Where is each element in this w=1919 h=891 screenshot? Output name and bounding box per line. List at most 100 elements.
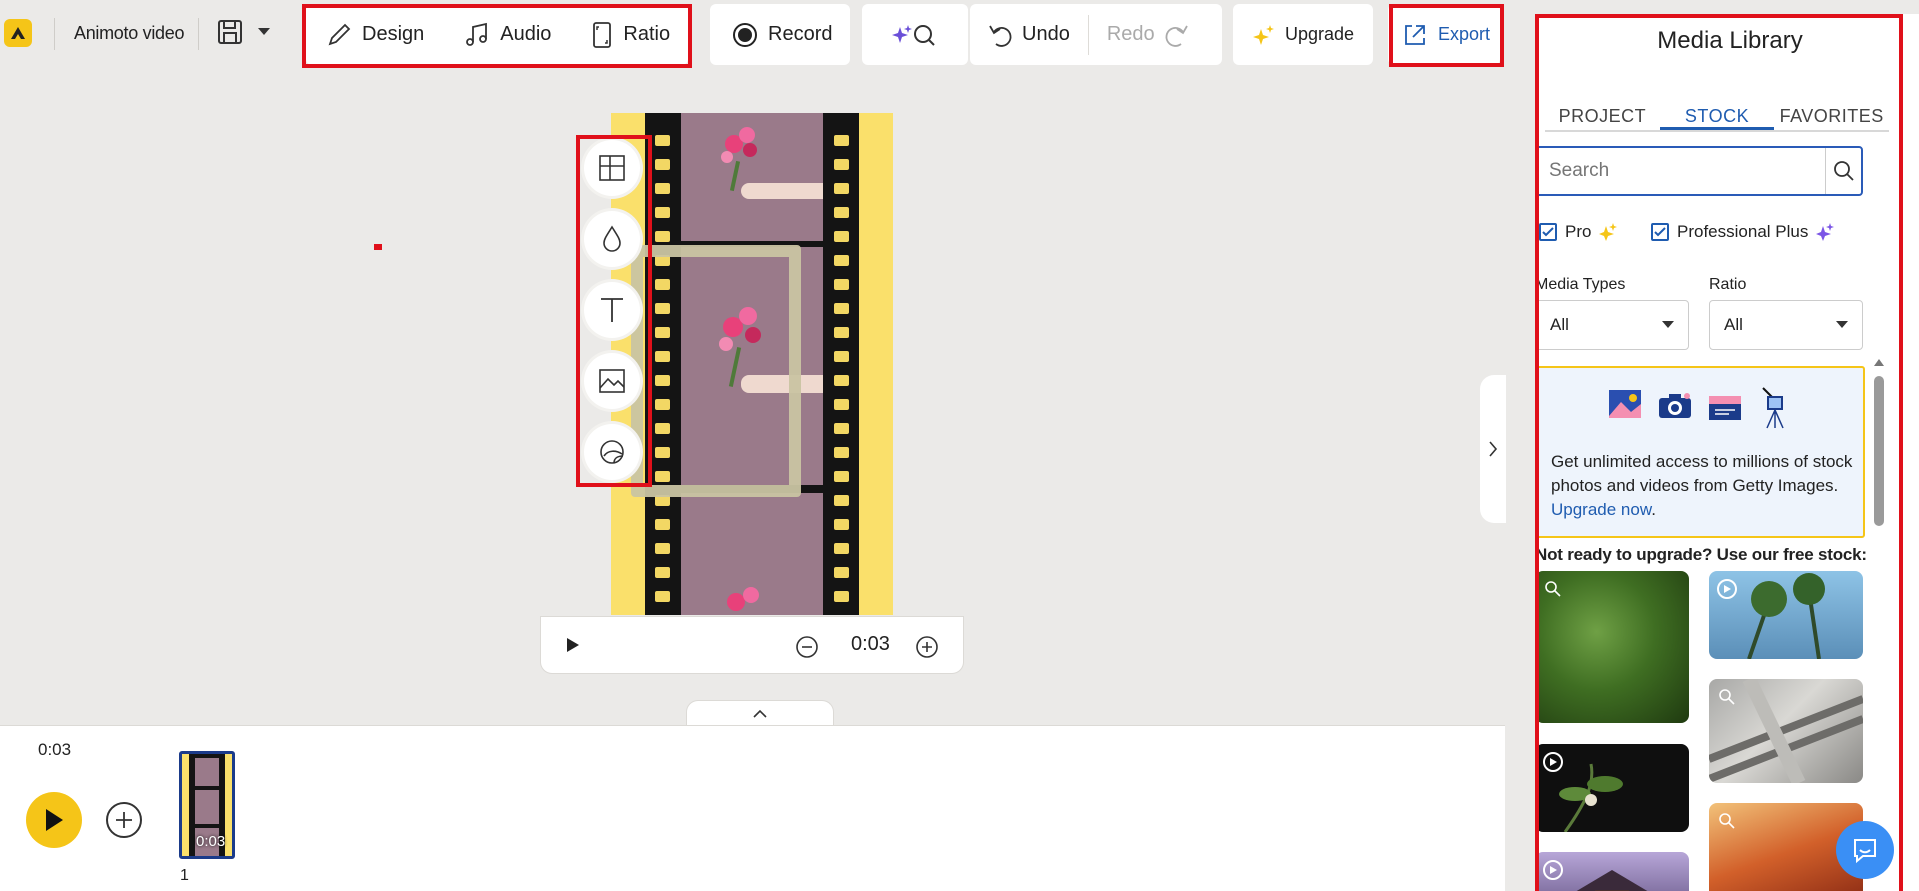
timeline-duration: 0:03 — [38, 740, 72, 759]
scene-duration: 0:03 — [196, 833, 226, 850]
export-label: Export — [1438, 24, 1491, 44]
panel-scrollbar[interactable] — [1874, 354, 1884, 891]
tab-project[interactable]: PROJECT — [1545, 92, 1660, 130]
panel-collapse-toggle[interactable] — [1480, 375, 1506, 523]
add-scene-button[interactable] — [106, 802, 142, 838]
promo-period: . — [1651, 500, 1656, 519]
stock-thumbnail[interactable] — [1709, 679, 1863, 783]
undo-label: Undo — [1022, 23, 1070, 45]
media-types-select[interactable]: All — [1535, 300, 1689, 350]
promo-text: Get unlimited access to millions of stoc… — [1551, 450, 1857, 522]
professional-plus-label: Professional Plus — [1677, 222, 1809, 241]
sparkle-icon — [1253, 24, 1275, 45]
ratio-button[interactable]: Ratio — [571, 4, 690, 65]
zoom-icon[interactable] — [1717, 687, 1737, 707]
chat-icon — [1851, 836, 1879, 864]
chevron-up-icon — [752, 709, 768, 719]
sticker-button[interactable] — [584, 424, 640, 480]
timeline-toggle[interactable] — [686, 700, 834, 726]
design-label: Design — [362, 23, 425, 45]
media-types-value: All — [1550, 315, 1569, 334]
search-button[interactable] — [1825, 148, 1861, 194]
search-input[interactable] — [1537, 148, 1825, 194]
stock-thumbnail[interactable] — [1535, 571, 1689, 723]
sparkle-icon — [1816, 223, 1835, 241]
tab-favorites[interactable]: FAVORITES — [1774, 92, 1889, 130]
sticker-icon — [598, 438, 626, 466]
color-button[interactable] — [584, 211, 640, 267]
ai-search-button[interactable] — [862, 4, 968, 65]
toolbar-divider — [54, 18, 55, 50]
caret-down-icon — [258, 28, 270, 36]
stock-search-field — [1535, 146, 1863, 196]
video-play-icon[interactable] — [1717, 579, 1737, 599]
animoto-logo[interactable] — [4, 19, 32, 47]
audio-button[interactable]: Audio — [444, 4, 571, 65]
tripod-camera-icon — [1757, 386, 1793, 430]
search-icon — [1833, 160, 1855, 182]
promo-illustrations — [1607, 386, 1793, 430]
text-icon — [599, 296, 625, 324]
video-preview[interactable] — [611, 113, 893, 615]
tab-stock[interactable]: STOCK — [1659, 92, 1775, 130]
layout-button[interactable] — [584, 140, 640, 196]
scroll-up-icon[interactable] — [1874, 358, 1884, 366]
design-button[interactable]: Design — [306, 4, 444, 65]
zoom-out-icon[interactable] — [795, 635, 819, 659]
sparkle-icon — [1599, 223, 1618, 241]
upgrade-button[interactable]: Upgrade — [1233, 4, 1373, 65]
media-button[interactable] — [584, 353, 640, 409]
record-button[interactable]: Record — [710, 4, 850, 65]
play-icon[interactable] — [565, 636, 581, 654]
ratio-filter-label: Ratio — [1709, 276, 1747, 293]
ratio-label: Ratio — [623, 23, 671, 45]
stock-thumbnail[interactable] — [1535, 744, 1689, 832]
checkbox-pro[interactable] — [1539, 223, 1557, 241]
sparkle-search-icon — [892, 21, 938, 49]
promo-body: Get unlimited access to millions of stoc… — [1551, 452, 1853, 495]
pro-filter-checkbox[interactable]: Pro — [1539, 222, 1618, 242]
upgrade-now-link[interactable]: Upgrade now — [1551, 500, 1651, 519]
design-audio-ratio-group: Design Audio Ratio — [306, 4, 688, 65]
caret-down-icon — [1836, 321, 1848, 329]
timeline: 0:03 0:03 1 — [0, 725, 1505, 891]
export-button[interactable]: Export — [1388, 4, 1500, 65]
preview-controls: 0:03 — [540, 616, 964, 674]
annotation-marker — [374, 244, 382, 250]
project-name[interactable]: Animoto video — [74, 23, 184, 44]
zoom-icon[interactable] — [1717, 811, 1737, 831]
camera-icon — [1657, 386, 1693, 430]
redo-button[interactable]: Redo — [1089, 4, 1207, 65]
music-note-icon — [464, 22, 490, 48]
color-drop-icon — [601, 225, 623, 253]
zoom-in-icon[interactable] — [915, 635, 939, 659]
panel-title: Media Library — [1657, 27, 1803, 54]
chat-support-button[interactable] — [1836, 821, 1894, 879]
scene-tools — [580, 137, 640, 486]
play-button[interactable] — [26, 792, 82, 848]
save-menu-button[interactable] — [216, 18, 270, 46]
layout-icon — [598, 154, 626, 182]
tape-frame-overlay — [631, 245, 801, 497]
video-play-icon[interactable] — [1543, 860, 1563, 880]
stock-thumbnail[interactable] — [1535, 852, 1689, 891]
professional-plus-filter-checkbox[interactable]: Professional Plus — [1651, 222, 1835, 242]
caret-down-icon — [1662, 321, 1674, 329]
scrollbar-thumb[interactable] — [1874, 376, 1884, 526]
undo-button[interactable]: Undo — [970, 4, 1088, 65]
photo-icon — [1607, 386, 1643, 430]
zoom-icon[interactable] — [1543, 579, 1563, 599]
redo-icon — [1165, 22, 1189, 48]
play-icon — [43, 807, 65, 833]
checkbox-professional-plus[interactable] — [1651, 223, 1669, 241]
plus-icon — [115, 811, 133, 829]
undo-icon — [988, 22, 1012, 48]
stock-thumbnail[interactable] — [1709, 571, 1863, 659]
text-button[interactable] — [584, 282, 640, 338]
toolbar-divider — [198, 18, 199, 50]
getty-upgrade-promo: Get unlimited access to millions of stoc… — [1535, 366, 1865, 538]
ratio-select[interactable]: All — [1709, 300, 1863, 350]
record-label: Record — [768, 23, 833, 45]
film-frame-photo — [681, 113, 823, 241]
video-play-icon[interactable] — [1543, 752, 1563, 772]
